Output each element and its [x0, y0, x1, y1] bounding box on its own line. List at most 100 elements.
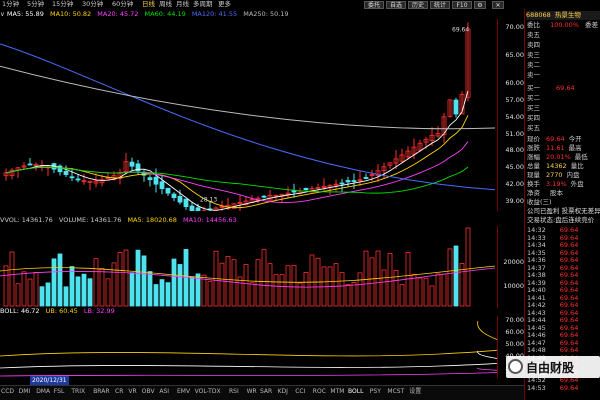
indicator-tab-15[interactable]: KDJ — [278, 387, 288, 396]
indicator-tab-4[interactable]: TRIX — [71, 387, 85, 396]
volume-bar — [255, 259, 261, 307]
volume-bar — [279, 274, 285, 307]
volume-bar — [231, 259, 237, 307]
volume-bar — [189, 276, 195, 307]
toolbar-button-0[interactable]: 委托 — [364, 1, 384, 9]
toolbar-button-3[interactable]: 统计 — [430, 1, 450, 9]
toolbar-button-1[interactable]: 自选 — [386, 1, 406, 9]
indicator-tab-6[interactable]: CR — [115, 387, 123, 396]
ma5-line — [5, 90, 469, 211]
stock-terminal: 1分钟 5分钟 15分钟 30分钟 60分钟 日线 周线 月线 多周期 更多 委托 自选 历史 统计 F1… — [0, 0, 600, 400]
period-tab-6[interactable]: 周线 — [159, 0, 172, 9]
ma20-label: MA20: 45.72 — [97, 10, 139, 18]
quote-row: 现量 2770 内盘 — [527, 171, 580, 180]
period-tab-7[interactable]: 月线 — [176, 0, 189, 9]
indicator-tab-7[interactable]: VR — [128, 387, 136, 396]
toolbar-button-5[interactable]: ⚙ — [474, 1, 486, 9]
volume-bar — [249, 282, 255, 307]
period-tab-0[interactable]: 1分钟 — [2, 0, 19, 9]
quote-value: 20.01% — [546, 153, 571, 161]
low-marker: 28.13 — [200, 197, 217, 204]
period-tab-8[interactable]: 多周期 — [193, 0, 213, 9]
indicator-tab-12[interactable]: RSI — [229, 387, 239, 396]
sell-level-4: 卖一 — [527, 71, 540, 79]
volume-bar — [219, 262, 225, 307]
period-tab-9[interactable]: 更多 — [218, 0, 231, 9]
quote-value: 11.61 — [546, 144, 565, 152]
indicator-tab-17[interactable]: ROC — [313, 387, 326, 396]
tick-price: 69.64 — [559, 383, 579, 392]
quote-row: 涨跌 11.61 最高 — [527, 144, 582, 153]
ma5-label: MA5: 55.89 — [6, 10, 44, 18]
candle-body — [363, 177, 369, 179]
quote-label: 涨跌 — [527, 144, 540, 152]
volume-bar — [123, 249, 129, 307]
indicator-tab-2[interactable]: DMA — [36, 387, 50, 396]
toolbar-button-2[interactable]: 历史 — [408, 1, 428, 9]
volume-bar — [333, 263, 339, 307]
info-line: 交易状态:盘后连续竞价 — [527, 216, 595, 224]
indicator-tab-10[interactable]: EMV — [177, 387, 190, 396]
candle-body — [165, 187, 171, 194]
indicator-tab-bar: CCD DMI DMA FSL TRIX BRAR CR VR OBV ASI EMV VOL-TDX… — [0, 385, 524, 400]
entrust-diff-label: 委差 — [585, 21, 599, 29]
volume-bar — [453, 245, 459, 307]
volume-bar — [357, 272, 363, 307]
indicator-tab-18[interactable]: MTM — [330, 387, 344, 396]
period-tab-4[interactable]: 60分钟 — [112, 0, 133, 9]
indicator-tab-5[interactable]: BRAR — [93, 387, 109, 396]
volume-bar — [3, 265, 9, 307]
candlestick-chart[interactable]: 69.64 28.13 — [0, 19, 497, 211]
indicator-tab-1[interactable]: DMI — [19, 387, 31, 396]
candle-body — [189, 205, 195, 211]
indicator-tab-0[interactable]: CCD — [1, 387, 14, 396]
boll-axis-label: 70.00 — [505, 316, 524, 324]
volume-bar — [447, 248, 453, 307]
volume-bar — [21, 271, 27, 307]
vol-ma10-label: MA10: 14456.63 — [183, 216, 237, 224]
quote-label: 换手 — [527, 180, 540, 188]
buy1-price: 69.64 — [556, 84, 575, 92]
volume-legend: VVOL: 14361.76 VOLUME: 14361.76 MA5: 180… — [0, 216, 237, 225]
quote-label2: 内盘 — [566, 171, 580, 179]
period-tab-2[interactable]: 15分钟 — [52, 0, 73, 9]
buy-level-0: 买一 69.64 — [527, 84, 575, 93]
volume-chart[interactable] — [0, 226, 497, 308]
toolbar-button-4[interactable]: F10 — [452, 1, 472, 9]
volume-bar — [237, 276, 243, 307]
indicator-tab-20[interactable]: PSY — [370, 387, 381, 396]
candle-body — [195, 207, 201, 211]
quote-label2: 今开 — [568, 135, 582, 143]
indicator-tab-22[interactable]: 设置 — [409, 387, 421, 396]
ma60-label: MA60: 44.19 — [144, 10, 186, 18]
indicator-tab-19[interactable]: BOLL — [348, 387, 363, 396]
indicator-tab-14[interactable]: SAR — [260, 387, 272, 396]
volume-bar — [135, 249, 141, 307]
price-axis-label: 45.00 — [505, 163, 524, 172]
indicator-tab-11[interactable]: VOL-TDX — [195, 387, 221, 396]
indicator-tab-21[interactable]: MCST — [387, 387, 404, 396]
period-tab-3[interactable]: 30分钟 — [82, 0, 103, 9]
indicator-tab-13[interactable]: WR — [247, 387, 257, 396]
quote-value: 14362 — [546, 162, 567, 170]
volume-bar — [81, 273, 87, 307]
indicator-tab-16[interactable]: CCI — [295, 387, 305, 396]
toolbar-button-6[interactable]: ✕ — [492, 1, 504, 9]
volume-bar — [387, 253, 393, 307]
ma-legend-marker: ∨ — [0, 10, 5, 18]
period-tab-1[interactable]: 5分钟 — [27, 0, 44, 9]
volume-bar — [153, 284, 159, 307]
candles — [3, 22, 471, 211]
volume-bar — [441, 273, 447, 307]
buy-level-label: 买四 — [527, 114, 540, 122]
period-tab-5[interactable]: 日线 — [142, 0, 155, 9]
indicator-tab-3[interactable]: FSL — [54, 387, 65, 396]
volume-bar — [201, 274, 207, 307]
quote-value: 69.64 — [546, 135, 565, 143]
boll-chart[interactable] — [0, 316, 497, 378]
volume-bar — [165, 282, 171, 307]
indicator-tab-9[interactable]: ASI — [159, 387, 169, 396]
buy-level-1: 买二 — [527, 94, 540, 103]
indicator-tab-8[interactable]: OBV — [142, 387, 155, 396]
price-axis: 70.00 65.00 60.00 57.00 54.00 51.00 48.00 45.00… — [497, 19, 524, 211]
